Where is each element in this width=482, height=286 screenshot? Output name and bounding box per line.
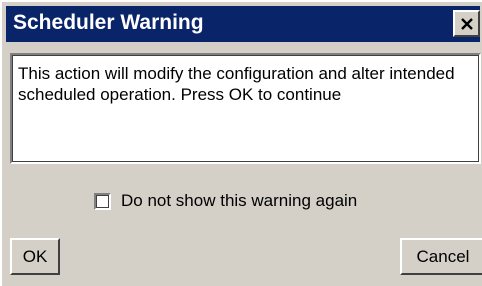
dont-show-again-checkbox[interactable] [94, 192, 111, 210]
window-title: Scheduler Warning [13, 11, 204, 34]
ok-button[interactable]: OK [10, 238, 60, 275]
message-box: This action will modify the configuratio… [10, 53, 481, 164]
dont-show-again-option[interactable]: Do not show this warning again [94, 190, 357, 212]
scheduler-warning-dialog: Scheduler Warning This action will modif… [0, 0, 482, 286]
close-button[interactable] [453, 10, 480, 37]
warning-message: This action will modify the configuratio… [18, 64, 455, 104]
dont-show-again-label[interactable]: Do not show this warning again [121, 191, 357, 211]
title-bar[interactable]: Scheduler Warning [6, 6, 480, 42]
close-icon [461, 18, 473, 30]
cancel-button[interactable]: Cancel [400, 238, 482, 275]
